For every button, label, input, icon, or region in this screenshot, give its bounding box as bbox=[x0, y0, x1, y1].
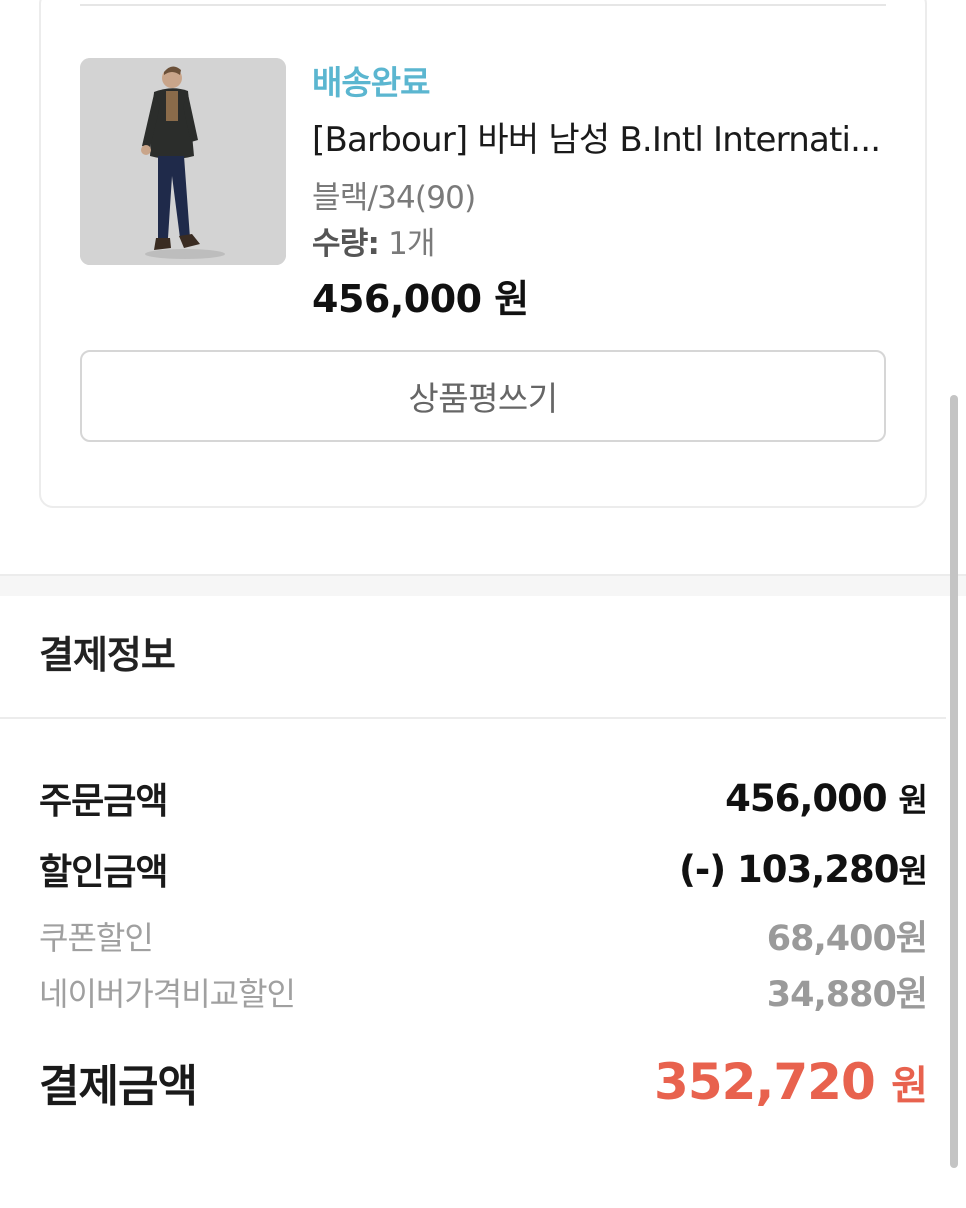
card-divider bbox=[80, 4, 886, 6]
coupon-discount-label: 쿠폰할인 bbox=[39, 918, 154, 957]
write-review-button[interactable]: 상품평쓰기 bbox=[80, 350, 886, 442]
scrollbar[interactable] bbox=[950, 395, 958, 1168]
section-divider bbox=[0, 574, 966, 596]
discount-amount-row: 할인금액 (-) 103,280원 bbox=[39, 843, 928, 895]
title-divider bbox=[0, 717, 946, 719]
naver-discount-value: 34,880원 bbox=[766, 975, 928, 1015]
discount-amount-number: (-) 103,280 bbox=[678, 848, 900, 891]
product-name[interactable]: [Barbour] 바버 남성 B.Intl Internati... bbox=[312, 112, 892, 161]
order-amount-value: 456,000 원 bbox=[725, 775, 928, 821]
naver-discount-row: 네이버가격비교할인 34,880원 bbox=[39, 966, 928, 1017]
total-payment-label: 결제금액 bbox=[39, 1061, 198, 1112]
discount-amount-unit: 원 bbox=[898, 852, 928, 890]
payment-info-title: 결제정보 bbox=[39, 633, 176, 677]
discount-amount-label: 할인금액 bbox=[39, 852, 168, 893]
quantity-value: 1개 bbox=[388, 226, 435, 262]
order-amount-unit: 원 bbox=[898, 781, 928, 819]
order-amount-number: 456,000 bbox=[725, 777, 888, 820]
total-payment-unit: 원 bbox=[891, 1063, 928, 1109]
quantity-label: 수량: bbox=[312, 226, 380, 262]
coupon-discount-value: 68,400원 bbox=[766, 919, 928, 959]
product-price: 456,000 원 bbox=[312, 277, 529, 321]
total-payment-row: 결제금액 352,720 원 bbox=[39, 1050, 928, 1114]
product-photo-icon bbox=[80, 58, 286, 265]
product-quantity: 수량: 1개 bbox=[312, 218, 436, 263]
order-amount-label: 주문금액 bbox=[39, 781, 168, 822]
product-thumbnail[interactable] bbox=[80, 58, 286, 265]
coupon-discount-row: 쿠폰할인 68,400원 bbox=[39, 910, 928, 961]
total-payment-value: 352,720 원 bbox=[654, 1053, 928, 1111]
total-payment-number: 352,720 bbox=[654, 1053, 876, 1111]
product-option: 블랙/34(90) bbox=[312, 180, 476, 216]
order-amount-row: 주문금액 456,000 원 bbox=[39, 772, 928, 824]
naver-discount-label: 네이버가격비교할인 bbox=[39, 974, 296, 1013]
delivery-status: 배송완료 bbox=[312, 63, 430, 102]
discount-amount-value: (-) 103,280원 bbox=[678, 846, 928, 892]
